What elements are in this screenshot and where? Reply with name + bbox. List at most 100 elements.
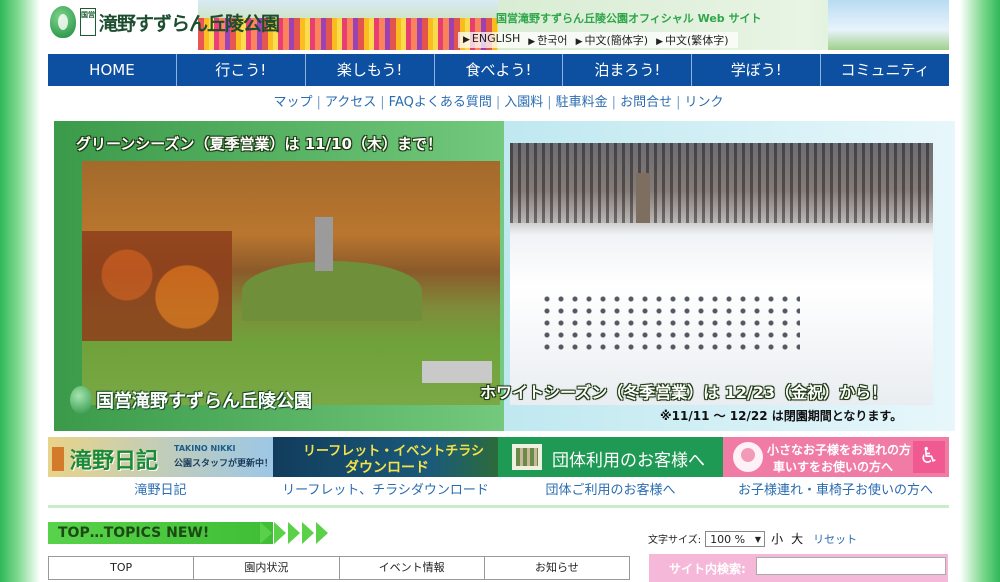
tab-top[interactable]: TOP [49,557,195,579]
group-text: 団体利用のお客様へ [552,451,705,471]
separator: | [380,95,385,110]
topics-tabs: TOP 園内状況 イベント情報 お知らせ [48,556,630,580]
banner-logo-name: 滝野すずらん丘陵公園 [132,391,312,412]
search-input[interactable] [756,557,946,575]
subnav-faq[interactable]: FAQよくある質問 [389,95,492,110]
nav-enjoy[interactable]: 楽しもう! [306,54,435,86]
subnav-parking[interactable]: 駐車料金 [556,95,608,110]
site-search: サイト内検索: [649,554,948,582]
logo-emblem-icon [70,386,92,414]
chevron-right-icon [288,522,300,544]
winter-photo [510,143,933,405]
lang-english[interactable]: ▶ ENGLISH [463,32,520,48]
banner-logo-text: 国営滝野すずらん丘陵公園 [96,387,312,413]
group-photo-icon [512,444,542,470]
tab-events[interactable]: イベント情報 [340,557,485,579]
tab-park-status[interactable]: 園内状況 [194,557,340,579]
kids-line2: 車いすをお使いの方へ [773,460,894,474]
subnav-access[interactable]: アクセス [325,95,376,110]
sub-nav: マップ | アクセス | FAQよくある質問 | 入園料 | 駐車料金 | お問合せ | リンク [48,91,949,110]
promo-leaflet[interactable]: リーフレット・イベントチラシ ダウンロード [273,437,498,477]
font-size-value: 100 % [710,532,746,546]
subnav-links[interactable]: リンク [684,95,723,110]
promo-row: 滝野日記 TAKINO NIKKI 公園スタッフが更新中！ リーフレット・イベン… [48,437,949,477]
logo-text: 滝野すずらん丘陵公園 [99,12,280,35]
diary-en: TAKINO NIKKI [174,444,236,453]
season-banner[interactable]: グリーンシーズン（夏季営業）は 11/10（木）まで！ ホワイトシーズン（冬季営… [54,121,955,431]
font-size-reset[interactable]: リセット [813,531,857,547]
diary-title: 滝野日記 [70,449,159,474]
font-size-select[interactable]: 100 % ▼ [705,530,766,547]
green-season-caption: グリーンシーズン（夏季営業）は 11/10（木）まで！ [76,135,442,153]
search-label: サイト内検索: [669,562,746,576]
site-logo[interactable]: 国営 滝野すずらん丘陵公園 [50,6,280,38]
lang-korean[interactable]: ▶ 한국어 [528,32,567,48]
separator: | [676,95,681,110]
page: 国営 滝野すずらん丘陵公園 国営滝野すずらん丘陵公園オフィシャル Web サイト… [48,0,955,582]
subnav-map[interactable]: マップ [274,95,313,110]
promo-kids[interactable]: 小さなお子様をお連れの方 車いすをお使いの方へ ♿ [723,437,949,477]
lang-chinese-simplified[interactable]: ▶ 中文(簡体字) [576,32,649,48]
chevron-down-icon: ▼ [754,534,762,544]
divider [48,505,949,508]
header-photo-building [828,0,949,50]
banner-logo-badge: 国営 [96,391,132,412]
nav-visit[interactable]: 行こう! [177,54,306,86]
arrow-right-icon: ▶ [575,37,583,47]
separator: | [611,95,617,110]
site-title: 国営滝野すずらん丘陵公園オフィシャル Web サイト [496,12,762,25]
chevron-right-icon [302,522,314,544]
caption-group[interactable]: 団体ご利用のお客様へ [498,479,723,498]
separator: | [495,95,501,110]
font-size-control: 文字サイズ: 100 % ▼ 小 大 リセット [648,530,857,547]
main-nav: HOME 行こう! 楽しもう! 食べよう! 泊まろう! 学ぼう! コミュニティ [48,54,949,86]
arrow-right-icon: ▶ [528,37,536,47]
nav-eat[interactable]: 食べよう! [435,54,564,86]
site-header: 国営 滝野すずらん丘陵公園 国営滝野すずらん丘陵公園オフィシャル Web サイト… [48,0,949,50]
arrow-right-icon: ▶ [463,35,470,45]
topics-chevrons [260,522,330,544]
caption-kids[interactable]: お子様連れ・車椅子お使いの方へ [723,479,948,498]
nav-community[interactable]: コミュニティ [821,54,949,86]
tab-news[interactable]: お知らせ [485,557,629,579]
house-icon [52,447,64,471]
promo-diary[interactable]: 滝野日記 TAKINO NIKKI 公園スタッフが更新中！ [48,437,273,477]
logo-badge: 国営 [80,8,96,36]
leaflet-line2: ダウンロード [345,460,429,476]
arrow-right-icon: ▶ [656,37,663,47]
winter-tower [636,173,650,223]
autumn-photo [82,161,500,405]
autumn-tower [315,217,333,271]
lang-label: 中文(簡体字) [584,34,649,47]
caption-leaflet[interactable]: リーフレット、チラシダウンロード [273,479,498,498]
kids-line1: 小さなお子様をお連れの方 [767,443,912,457]
separator: | [316,95,321,110]
separator: | [547,95,552,110]
topics-heading: TOP…TOPICS NEW! [48,522,273,544]
banner-logo: 国営滝野すずらん丘陵公園 [70,386,312,414]
lang-chinese-traditional[interactable]: ▶ 中文(繁体字) [656,32,729,48]
language-switcher: ▶ ENGLISH ▶ 한국어 ▶ 中文(簡体字) ▶ 中文(繁体字) [458,32,738,48]
subnav-admission[interactable]: 入園料 [504,95,543,110]
wheelchair-icon: ♿ [913,441,945,473]
chevron-right-icon [260,522,272,544]
white-season-caption: ホワイトシーズン（冬季営業）は 12/23（金祝）から！ [480,383,888,402]
lang-label: 中文(繁体字) [665,34,729,47]
logo-emblem-icon [50,6,76,38]
lang-label: ENGLISH [471,32,521,45]
font-size-small[interactable]: 小 [771,530,783,547]
promo-captions: 滝野日記 リーフレット、チラシダウンロード 団体ご利用のお客様へ お子様連れ・車… [48,479,949,498]
baby-icon [733,442,763,472]
diary-sub: 公園スタッフが更新中！ [174,459,273,469]
nav-learn[interactable]: 学ぼう! [692,54,822,86]
promo-group[interactable]: 団体利用のお客様へ [498,437,723,477]
caption-diary[interactable]: 滝野日記 [48,479,273,498]
winter-trees [510,143,933,223]
closure-note: ※11/11 ～ 12/22 は閉園期間となります。 [660,409,903,423]
subnav-contact[interactable]: お問合せ [620,95,672,110]
nav-home[interactable]: HOME [48,54,177,86]
lang-label: 한국어 [537,34,568,47]
font-size-label: 文字サイズ: [648,535,702,546]
font-size-large[interactable]: 大 [791,530,803,547]
nav-stay[interactable]: 泊まろう! [563,54,693,86]
